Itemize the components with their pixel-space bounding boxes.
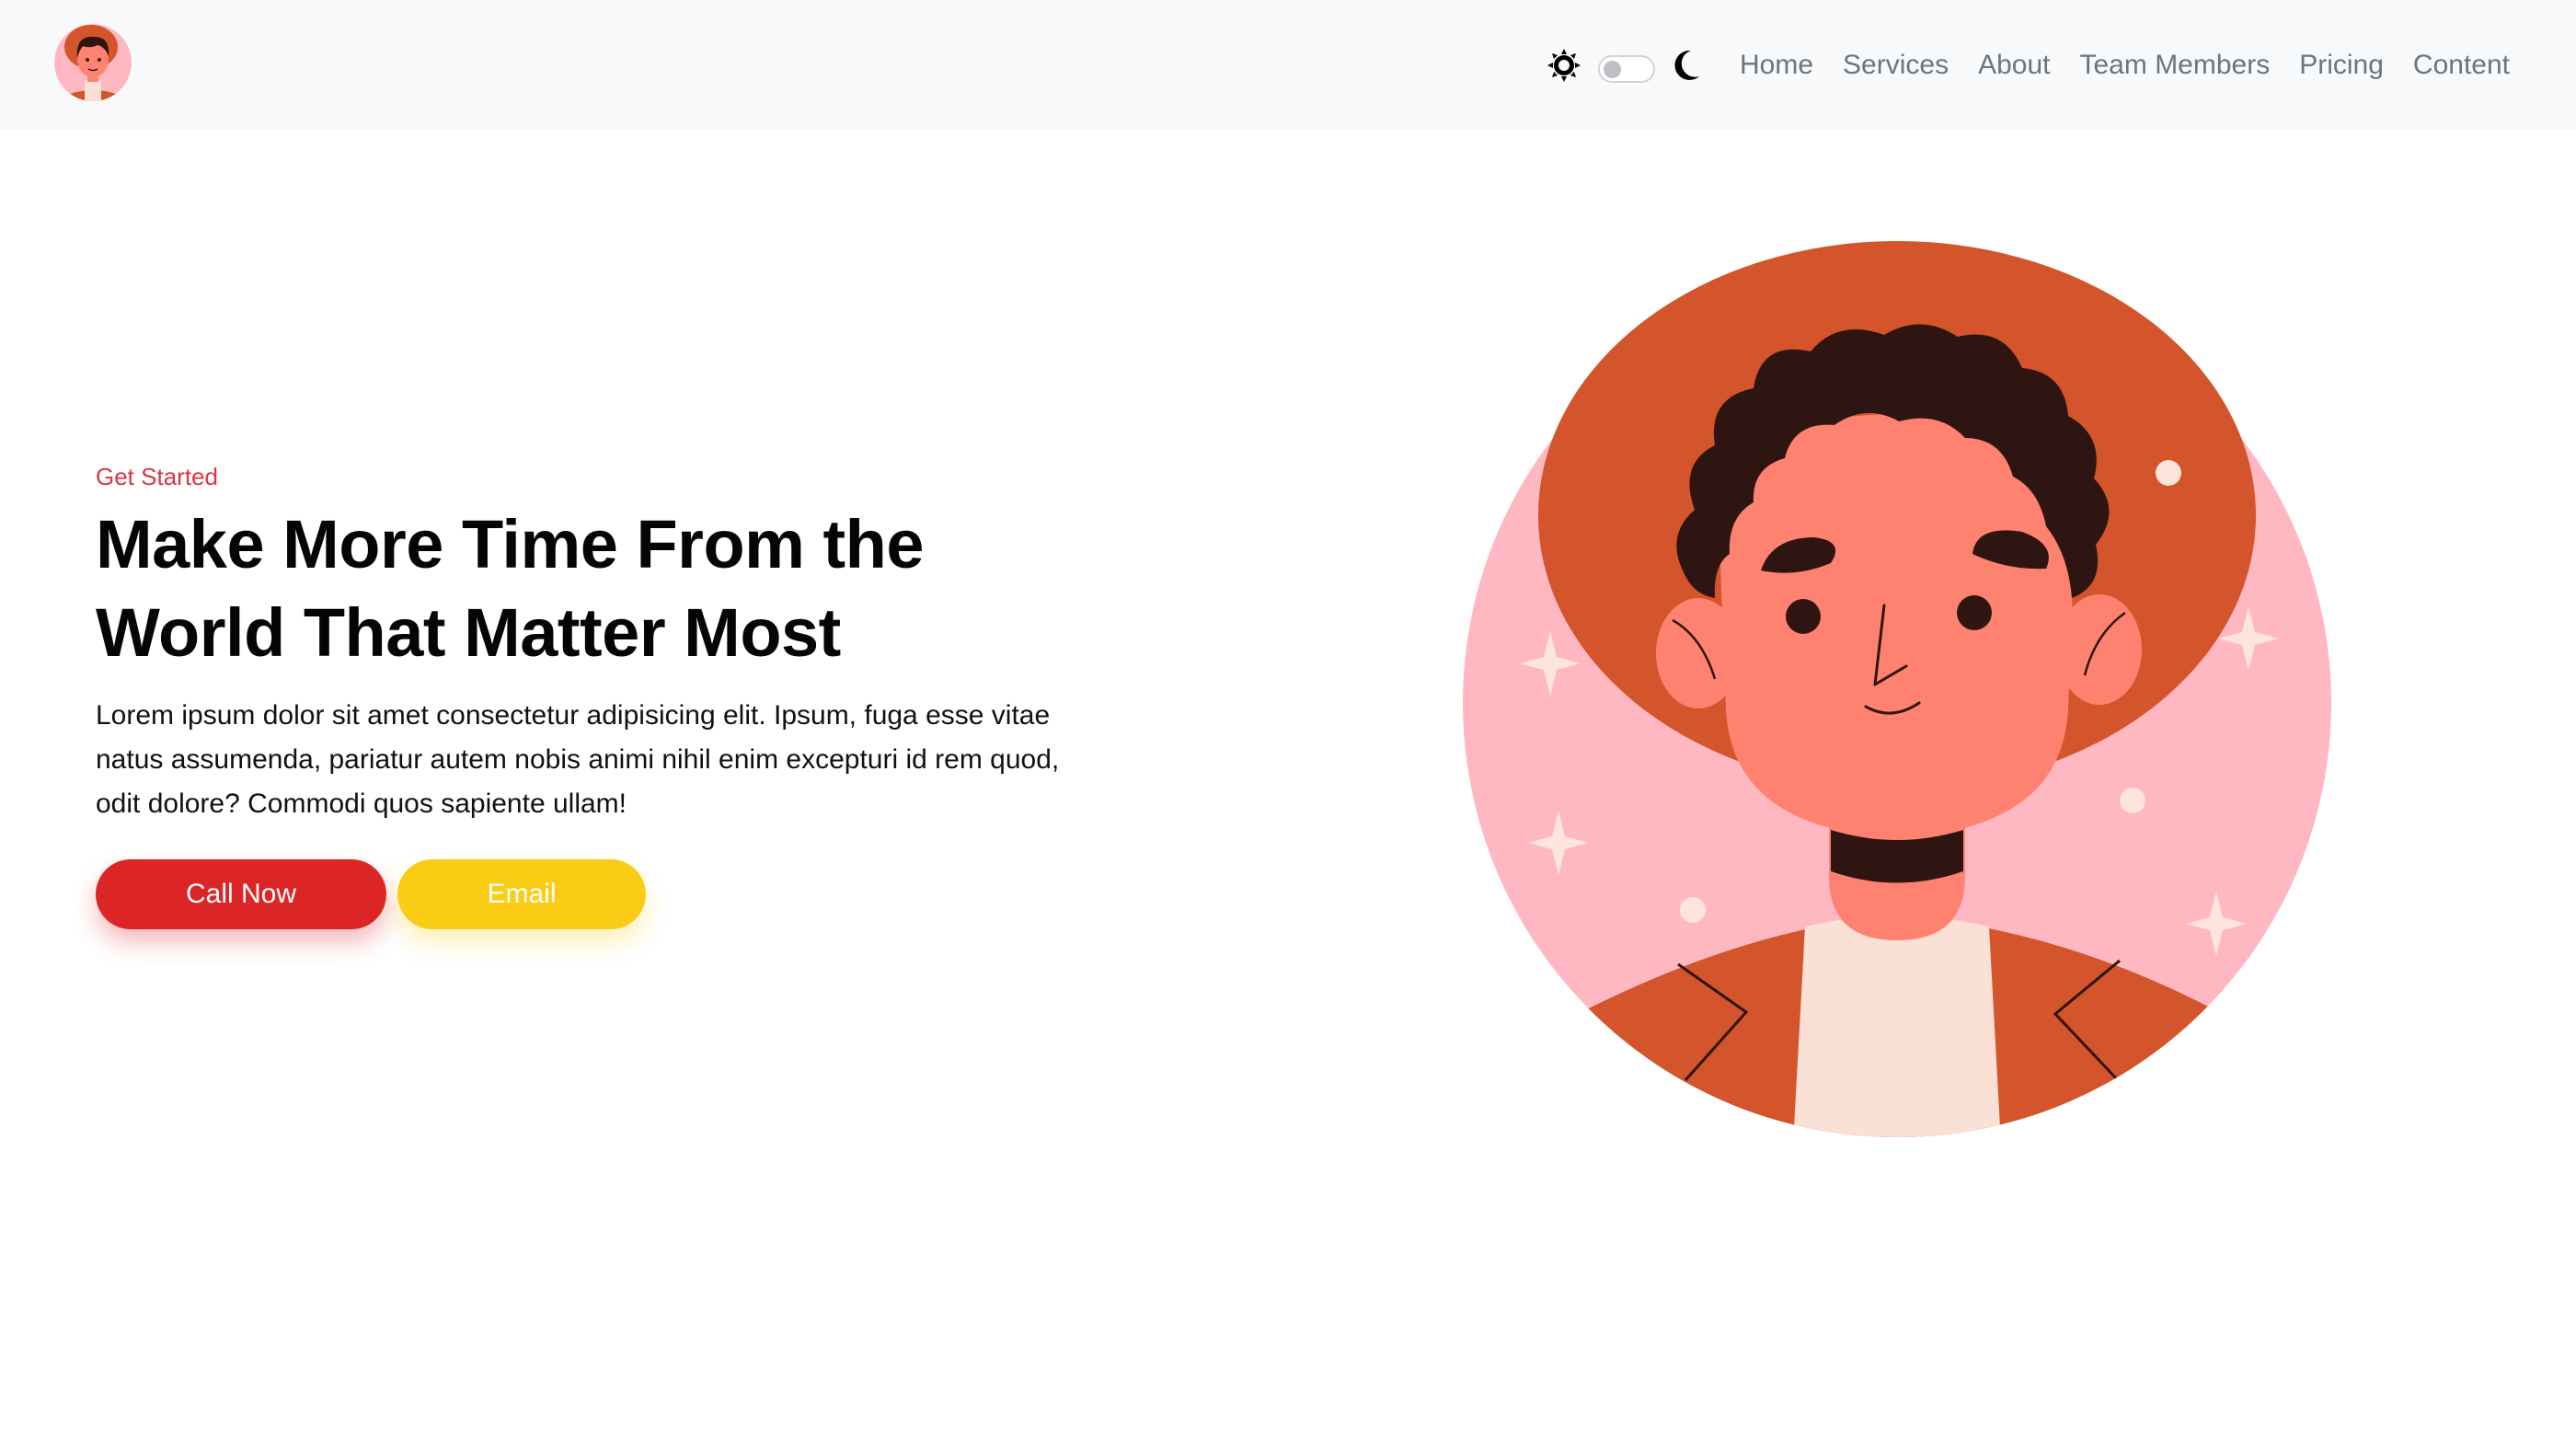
toggle-knob (1604, 60, 1622, 78)
nav-link-pricing[interactable]: Pricing (2284, 0, 2398, 130)
hero-eyebrow: Get Started (96, 463, 218, 490)
hero-actions: Call Now Email (96, 859, 1071, 929)
hero-description: Lorem ipsum dolor sit amet consectetur a… (96, 700, 1060, 819)
nav-link-team-members[interactable]: Team Members (2065, 0, 2285, 130)
hero-title: Make More Time From the World That Matte… (96, 506, 925, 671)
moon-icon[interactable] (1672, 49, 1701, 82)
sun-icon[interactable] (1547, 48, 1581, 83)
email-button[interactable]: Email (397, 859, 646, 929)
nav-link-about[interactable]: About (1963, 0, 2064, 130)
brand-logo-link[interactable] (53, 23, 132, 102)
nav-link-home[interactable]: Home (1725, 0, 1828, 130)
navbar: Home Services About Team Members Pricing… (0, 0, 2576, 130)
nav-links: Home Services About Team Members Pricing… (1725, 0, 2510, 130)
nav-right-group: Home Services About Team Members Pricing… (1547, 0, 2510, 130)
hero-illustration (1461, 241, 2333, 1137)
nav-link-services[interactable]: Services (1828, 0, 1963, 130)
call-now-button[interactable]: Call Now (96, 859, 386, 929)
avatar-logo-icon (54, 24, 132, 101)
theme-toggle-switch[interactable] (1598, 54, 1656, 83)
nav-link-content[interactable]: Content (2398, 0, 2510, 130)
hero-section: Get Started Make More Time From the Worl… (96, 458, 1071, 929)
man-avatar-illustration (1463, 241, 2331, 1137)
